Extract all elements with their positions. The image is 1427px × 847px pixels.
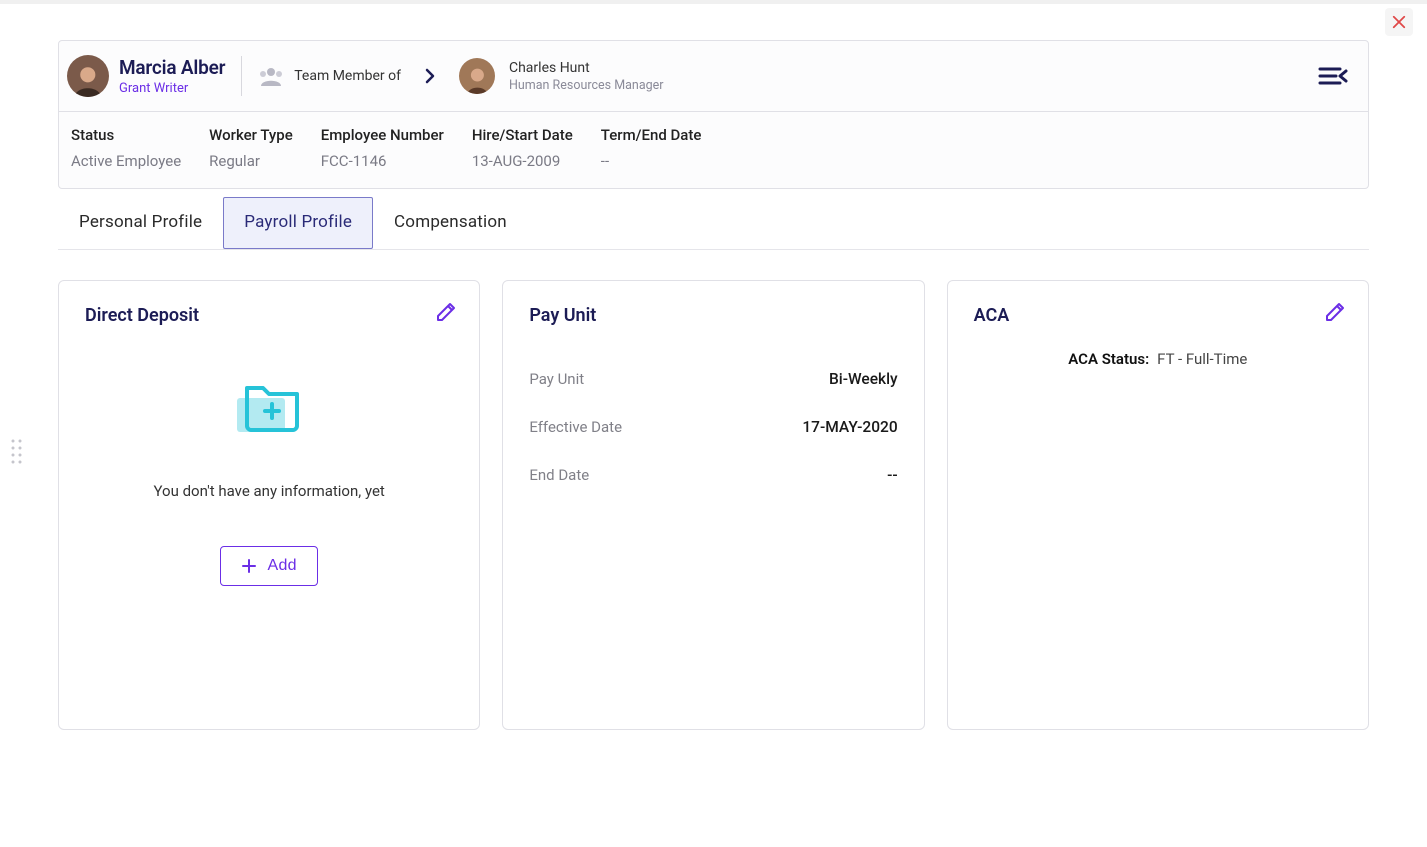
field-label: Term/End Date xyxy=(601,126,702,144)
plus-icon xyxy=(241,558,257,574)
kv-value: 17-MAY-2020 xyxy=(802,418,897,436)
row-pay-unit: Pay Unit Bi-Weekly xyxy=(529,370,897,388)
kv-label: Pay Unit xyxy=(529,370,584,388)
field-hire-date: Hire/Start Date 13-AUG-2009 xyxy=(472,126,573,170)
cards-row: Direct Deposit You don't have any inform… xyxy=(58,280,1369,730)
chevron-right-icon xyxy=(421,67,439,85)
card-pay-unit: Pay Unit Pay Unit Bi-Weekly Effective Da… xyxy=(502,280,924,730)
row-end-date: End Date -- xyxy=(529,466,897,484)
card-title: Pay Unit xyxy=(529,305,897,326)
drag-handle-icon[interactable] xyxy=(10,438,24,464)
close-icon xyxy=(1392,15,1406,29)
kv-value: Bi-Weekly xyxy=(829,370,898,388)
team-group-icon xyxy=(258,66,284,86)
empty-state: You don't have any information, yet Add xyxy=(85,376,453,586)
aca-status-row: ACA Status: FT - Full-Time xyxy=(974,350,1342,368)
menu-collapse-icon[interactable] xyxy=(1318,65,1348,87)
add-button-label: Add xyxy=(267,557,296,575)
pay-unit-list: Pay Unit Bi-Weekly Effective Date 17-MAY… xyxy=(529,370,897,484)
folder-plus-icon xyxy=(233,376,305,436)
field-employee-number: Employee Number FCC-1146 xyxy=(321,126,444,170)
employee-name: Marcia Alber xyxy=(119,56,225,79)
field-label: Status xyxy=(71,126,181,144)
edit-icon[interactable] xyxy=(1324,301,1346,323)
tab-personal-profile[interactable]: Personal Profile xyxy=(58,197,223,249)
field-label: Hire/Start Date xyxy=(472,126,573,144)
field-value: -- xyxy=(601,152,702,170)
manager-name: Charles Hunt xyxy=(509,60,664,76)
field-status: Status Active Employee xyxy=(71,126,181,170)
team-member-label: Team Member of xyxy=(294,68,401,84)
field-label: Worker Type xyxy=(209,126,293,144)
header-row: Marcia Alber Grant Writer Team Member of… xyxy=(59,41,1368,112)
employee-name-column: Marcia Alber Grant Writer xyxy=(119,56,225,96)
tab-compensation[interactable]: Compensation xyxy=(373,197,528,249)
close-button[interactable] xyxy=(1385,8,1413,36)
field-value: FCC-1146 xyxy=(321,152,444,170)
kv-label: Effective Date xyxy=(529,418,622,436)
manager-column: Charles Hunt Human Resources Manager xyxy=(509,60,664,93)
card-title: ACA xyxy=(974,305,1342,326)
kv-value: -- xyxy=(887,466,898,484)
aca-status-value: FT - Full-Time xyxy=(1157,350,1247,368)
field-term-date: Term/End Date -- xyxy=(601,126,702,170)
add-button[interactable]: Add xyxy=(220,546,317,586)
manager-avatar xyxy=(459,58,495,94)
employee-header-panel: Marcia Alber Grant Writer Team Member of… xyxy=(58,40,1369,189)
fields-row: Status Active Employee Worker Type Regul… xyxy=(59,112,1368,188)
kv-label: End Date xyxy=(529,466,589,484)
field-value: Active Employee xyxy=(71,152,181,170)
card-aca: ACA ACA Status: FT - Full-Time xyxy=(947,280,1369,730)
field-label: Employee Number xyxy=(321,126,444,144)
field-worker-type: Worker Type Regular xyxy=(209,126,293,170)
card-direct-deposit: Direct Deposit You don't have any inform… xyxy=(58,280,480,730)
aca-status-label: ACA Status: xyxy=(1068,350,1149,368)
employee-role: Grant Writer xyxy=(119,81,225,96)
empty-state-text: You don't have any information, yet xyxy=(154,482,385,500)
employee-avatar xyxy=(67,55,109,97)
field-value: 13-AUG-2009 xyxy=(472,152,573,170)
row-effective-date: Effective Date 17-MAY-2020 xyxy=(529,418,897,436)
top-divider xyxy=(0,0,1427,4)
edit-icon[interactable] xyxy=(435,301,457,323)
manager-role: Human Resources Manager xyxy=(509,78,664,93)
tabs: Personal Profile Payroll Profile Compens… xyxy=(58,197,1369,250)
card-title: Direct Deposit xyxy=(85,305,453,326)
field-value: Regular xyxy=(209,152,293,170)
vertical-divider xyxy=(241,56,242,96)
tab-payroll-profile[interactable]: Payroll Profile xyxy=(223,197,373,249)
